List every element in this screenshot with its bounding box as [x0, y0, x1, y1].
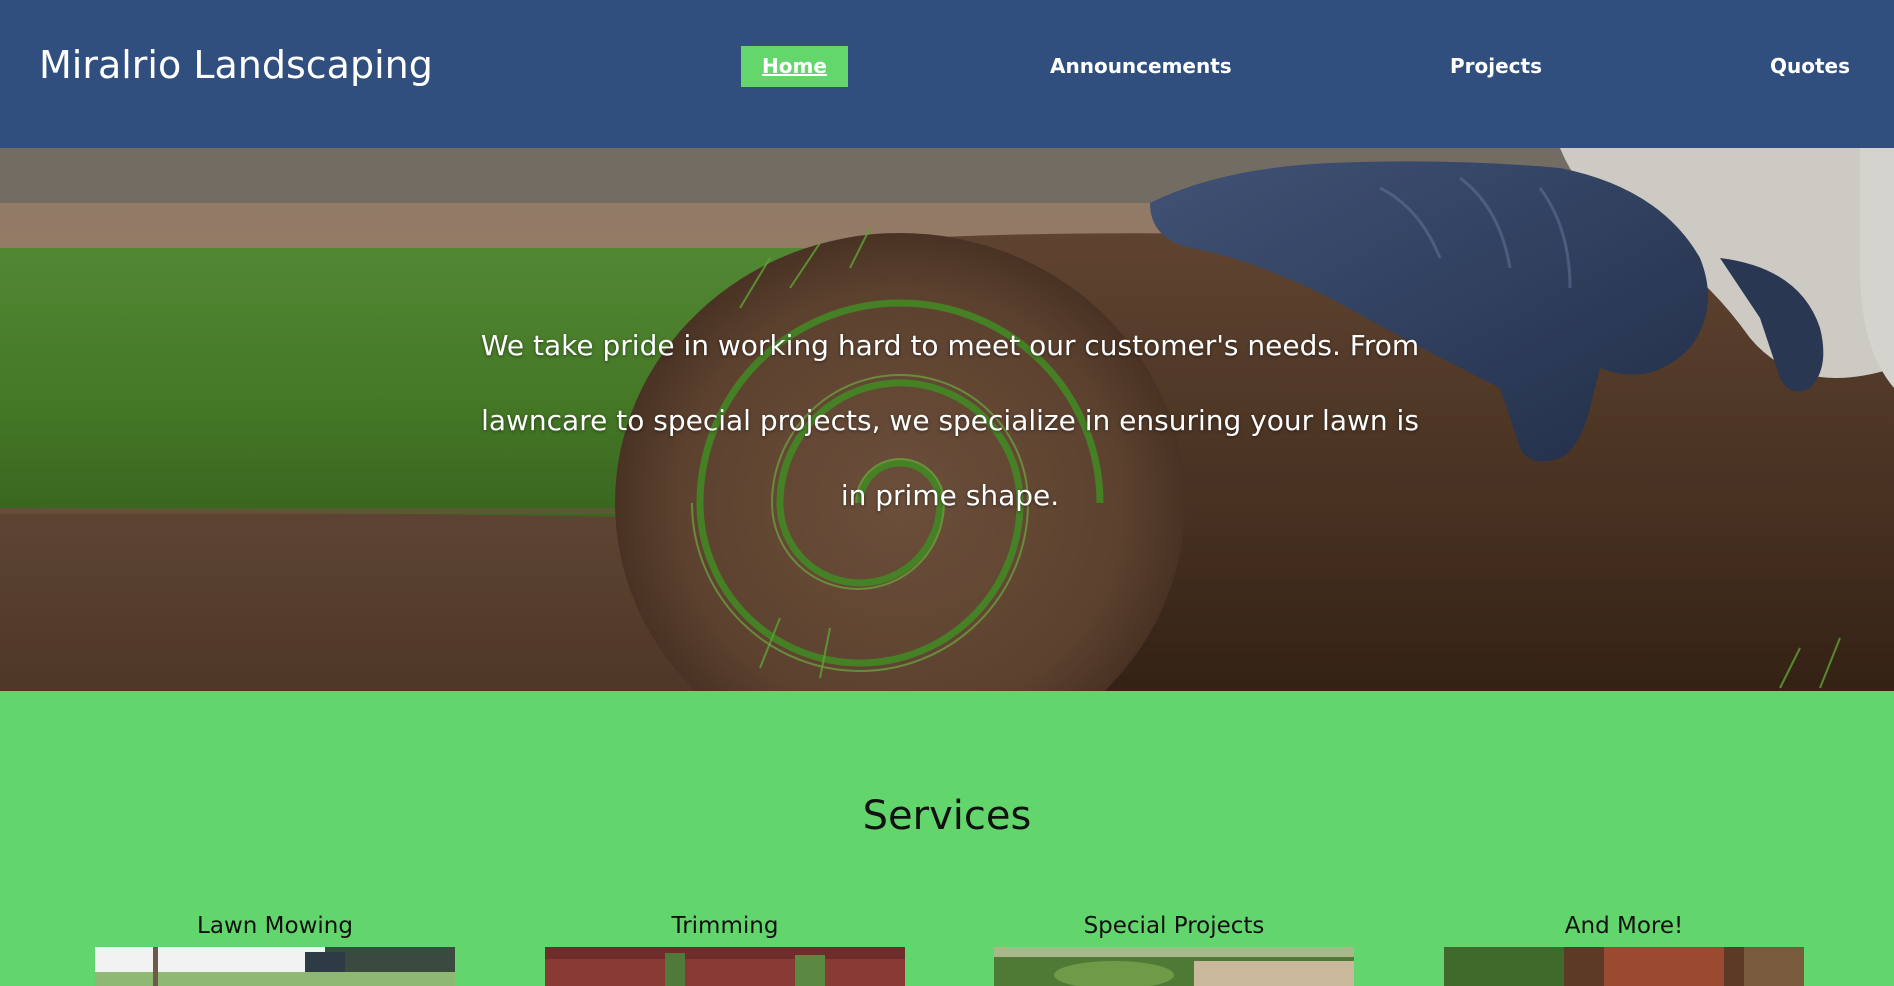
service-image-and-more — [1444, 947, 1804, 986]
service-card-and-more[interactable]: And More! — [1444, 911, 1804, 986]
service-image-special-projects — [994, 947, 1354, 986]
site-header: Miralrio Landscaping Home Announcements … — [0, 0, 1894, 148]
service-image-lawn-mowing — [95, 947, 455, 986]
hero-tagline: We take pride in working hard to meet ou… — [480, 329, 1420, 512]
services-title: Services — [862, 793, 1032, 839]
service-label: Lawn Mowing — [197, 913, 353, 939]
service-label: Trimming — [671, 913, 779, 939]
service-image-trimming — [545, 947, 905, 986]
service-card-special-projects[interactable]: Special Projects — [994, 911, 1354, 986]
service-card-lawn-mowing[interactable]: Lawn Mowing — [95, 911, 455, 986]
hero-banner: We take pride in working hard to meet ou… — [0, 148, 1894, 691]
service-label: Special Projects — [1083, 913, 1265, 939]
brand-title[interactable]: Miralrio Landscaping — [39, 40, 433, 90]
nav-projects[interactable]: Projects — [1440, 46, 1552, 87]
nav-announcements[interactable]: Announcements — [1050, 46, 1232, 87]
services-section: Services Lawn Mowing Trimming Special Pr… — [0, 691, 1894, 986]
service-card-trimming[interactable]: Trimming — [545, 911, 905, 986]
nav-quotes[interactable]: Quotes — [1760, 46, 1860, 87]
nav-home[interactable]: Home — [741, 46, 848, 87]
service-label: And More! — [1564, 913, 1684, 939]
